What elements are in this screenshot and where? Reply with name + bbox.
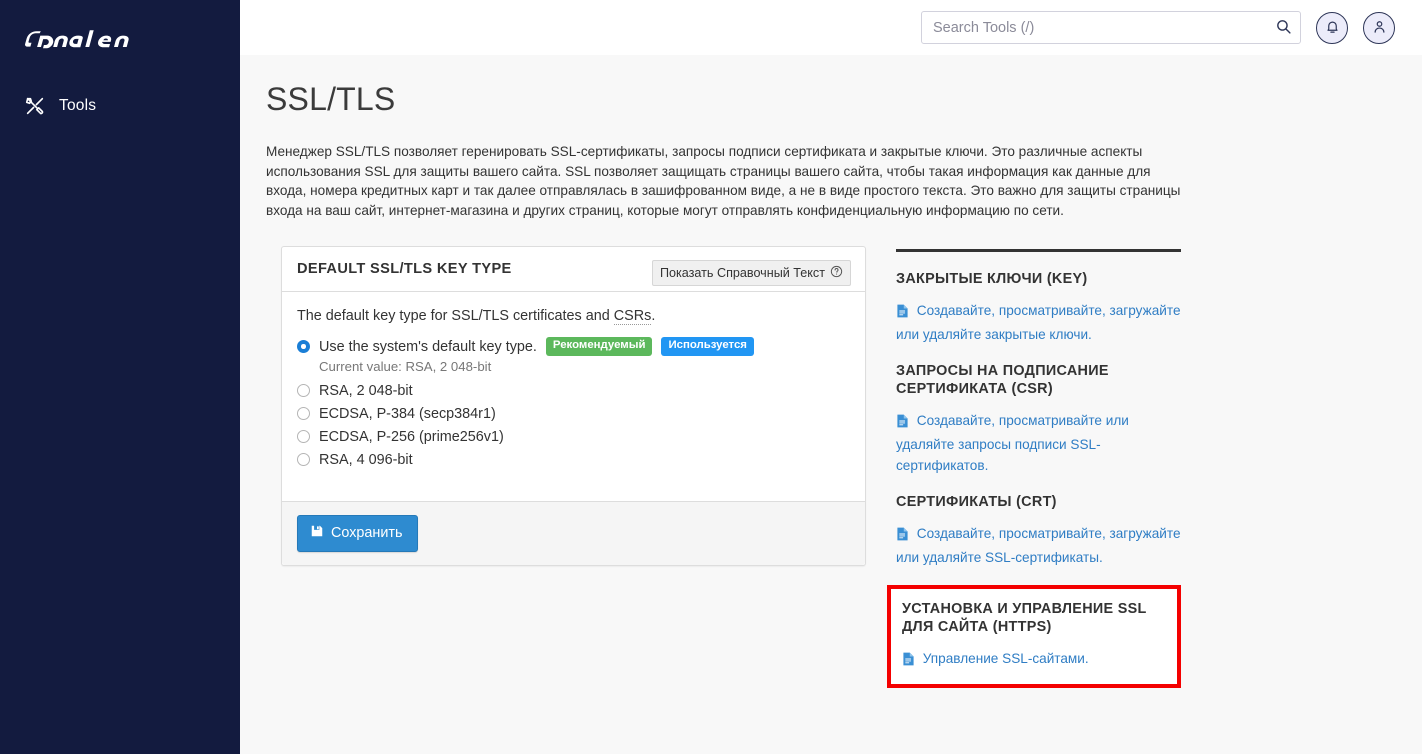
link-text: Создавайте, просматривайте, загружайте и… <box>896 303 1181 343</box>
radio-label[interactable]: Use the system's default key type. <box>319 339 537 355</box>
radio-option-ecdsa-p256[interactable]: ECDSA, P-256 (prime256v1) <box>297 429 850 445</box>
radio-indicator[interactable] <box>297 430 310 444</box>
lead-text-after: . <box>651 308 656 325</box>
section-title: СЕРТИФИКАТЫ (CRT) <box>896 493 1181 511</box>
section-title-paren: (HTTPS) <box>988 619 1052 636</box>
question-circle-icon <box>830 265 843 281</box>
right-column: ЗАКРЫТЫЕ КЛЮЧИ (KEY) Создавайте, просмат… <box>887 246 1181 705</box>
radio-indicator[interactable] <box>297 407 310 421</box>
document-icon <box>896 305 913 321</box>
radio-label[interactable]: RSA, 4 096-bit <box>319 452 413 468</box>
section-divider <box>896 249 1181 253</box>
link-section-private-keys: ЗАКРЫТЫЕ КЛЮЧИ (KEY) Создавайте, просмат… <box>896 270 1181 345</box>
radio-option-rsa-2048[interactable]: RSA, 2 048-bit <box>297 383 850 399</box>
show-help-text-button[interactable]: Показать Справочный Текст <box>651 260 851 287</box>
app-root: Tools Search Tools (/) SSL/TLS Менеджер … <box>0 0 1422 754</box>
section-title-paren: (CRT) <box>1011 494 1057 511</box>
link-text: Создавайте, просматривайте или удаляйте … <box>896 413 1129 474</box>
radio-indicator[interactable] <box>297 340 310 354</box>
two-column-layout: DEFAULT SSL/TLS KEY TYPE Показать Справо… <box>266 246 1396 705</box>
radio-label[interactable]: ECDSA, P-384 (secp384r1) <box>319 406 496 422</box>
radio-indicator[interactable] <box>297 453 310 467</box>
document-icon <box>896 528 913 544</box>
document-icon <box>902 653 919 669</box>
cpanel-logo[interactable] <box>0 0 240 54</box>
link-manage-ssl-sites[interactable]: Управление SSL-сайтами. <box>902 648 1168 672</box>
search-submit-button[interactable] <box>1273 18 1293 38</box>
radio-option-ecdsa-p384[interactable]: ECDSA, P-384 (secp384r1) <box>297 406 850 422</box>
link-csr[interactable]: Создавайте, просматривайте или удаляйте … <box>896 410 1181 476</box>
section-title: ЗАКРЫТЫЕ КЛЮЧИ (KEY) <box>896 270 1181 288</box>
radio-indicator[interactable] <box>297 384 310 398</box>
link-certificates[interactable]: Создавайте, просматривайте, загружайте и… <box>896 523 1181 568</box>
search-icon <box>1275 18 1292 38</box>
radio-label[interactable]: RSA, 2 048-bit <box>319 383 413 399</box>
csr-abbreviation[interactable]: CSRs <box>613 308 652 326</box>
panel-title: DEFAULT SSL/TLS KEY TYPE <box>297 261 512 278</box>
help-button-label: Показать Справочный Текст <box>659 266 825 281</box>
save-button-label: Сохранить <box>331 524 403 541</box>
section-title-text: ЗАПРОСЫ НА ПОДПИСАНИЕ СЕРТИФИКАТА <box>896 363 1109 398</box>
user-icon <box>1372 19 1387 37</box>
badge-in-use: Используется <box>661 337 754 356</box>
page-title: SSL/TLS <box>266 81 396 117</box>
sidebar-item-tools[interactable]: Tools <box>0 88 240 124</box>
panel-header: DEFAULT SSL/TLS KEY TYPE Показать Справо… <box>282 247 865 293</box>
document-icon <box>896 415 913 431</box>
floppy-save-icon <box>310 524 324 542</box>
section-title-text: СЕРТИФИКАТЫ <box>896 494 1012 511</box>
section-title-paren: (KEY) <box>1042 271 1088 288</box>
key-type-options: RSA, 2 048-bit ECDSA, P-384 (secp384r1) … <box>297 383 850 468</box>
content-area: SSL/TLS Менеджер SSL/TLS позволяет герен… <box>240 55 1422 754</box>
left-sidebar: Tools <box>0 0 240 754</box>
section-title: ЗАПРОСЫ НА ПОДПИСАНИЕ СЕРТИФИКАТА (CSR) <box>896 362 1181 398</box>
radio-option-system-default[interactable]: Use the system's default key type. Реком… <box>297 337 850 356</box>
sidebar-item-label: Tools <box>59 97 97 114</box>
save-button[interactable]: Сохранить <box>297 514 418 552</box>
left-column: DEFAULT SSL/TLS KEY TYPE Показать Справо… <box>266 246 866 566</box>
panel-body: The default key type for SSL/TLS certifi… <box>282 292 865 500</box>
section-title: УСТАНОВКА И УПРАВЛЕНИЕ SSL ДЛЯ САЙТА (HT… <box>902 600 1168 636</box>
radio-label[interactable]: ECDSA, P-256 (prime256v1) <box>319 429 504 445</box>
link-section-certificates: СЕРТИФИКАТЫ (CRT) Создавайте, просматрив… <box>896 493 1181 568</box>
search-input[interactable] <box>922 12 1300 43</box>
link-section-csr: ЗАПРОСЫ НА ПОДПИСАНИЕ СЕРТИФИКАТА (CSR) … <box>896 362 1181 476</box>
section-title-text: ЗАКРЫТЫЕ КЛЮЧИ <box>896 271 1043 288</box>
tools-icon <box>24 95 46 117</box>
link-private-keys[interactable]: Создавайте, просматривайте, загружайте и… <box>896 300 1181 345</box>
notifications-button[interactable] <box>1316 11 1348 44</box>
current-value-text: Current value: RSA, 2 048-bit <box>319 358 492 374</box>
default-key-type-panel: DEFAULT SSL/TLS KEY TYPE Показать Справо… <box>281 246 866 566</box>
link-text: Управление SSL-сайтами. <box>922 651 1089 667</box>
sidebar-nav: Tools <box>0 88 240 124</box>
panel-footer: Сохранить <box>282 500 865 565</box>
link-section-install-manage-ssl: УСТАНОВКА И УПРАВЛЕНИЕ SSL ДЛЯ САЙТА (HT… <box>887 585 1181 689</box>
top-bar <box>240 0 1422 55</box>
lead-text-before: The default key type for SSL/TLS certifi… <box>297 308 614 325</box>
panel-lead-text: The default key type for SSL/TLS certifi… <box>297 308 850 326</box>
bell-icon <box>1325 19 1340 37</box>
radio-option-rsa-4096[interactable]: RSA, 4 096-bit <box>297 452 850 468</box>
page-description: Менеджер SSL/TLS позволяет геренировать … <box>266 144 1181 218</box>
account-button[interactable] <box>1363 11 1395 44</box>
section-title-paren: (CSR) <box>1007 381 1053 398</box>
search-box[interactable] <box>921 11 1301 44</box>
badge-recommended: Рекомендуемый <box>545 337 653 356</box>
main-region: SSL/TLS Менеджер SSL/TLS позволяет герен… <box>240 0 1422 754</box>
cpanel-wordmark-icon <box>25 30 129 49</box>
link-text: Создавайте, просматривайте, загружайте и… <box>896 526 1181 566</box>
